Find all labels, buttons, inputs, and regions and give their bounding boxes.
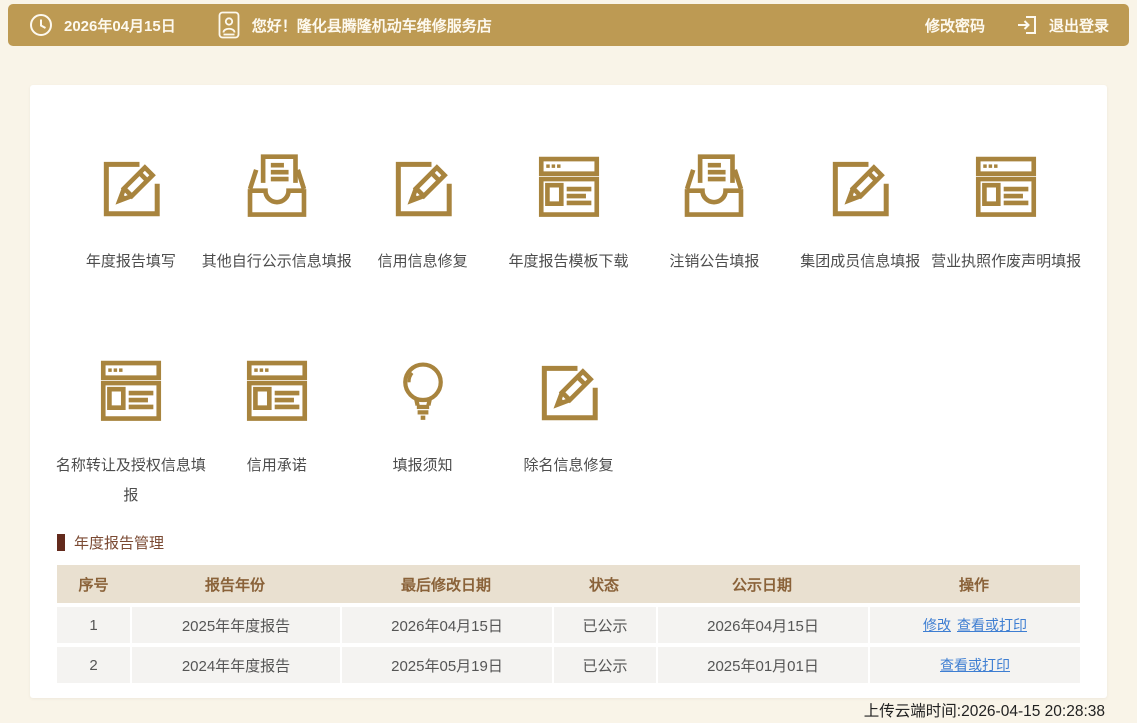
edit-icon [823,149,897,223]
inbox-icon [677,149,751,223]
section-title-bar [57,533,65,551]
module-label: 信用信息修复 [377,253,468,270]
cell-report-year: 2025年年度报告 [130,603,340,643]
module-filling-instructions[interactable]: 填报须知 [350,353,496,511]
section-title-text: 年度报告管理 [74,534,165,552]
table-header-row: 序号 报告年份 最后修改日期 状态 公示日期 操作 [57,565,1080,603]
col-header-actions: 操作 [868,565,1080,603]
browser-icon [532,149,606,223]
change-password-button[interactable]: 修改密码 [925,15,985,36]
current-date: 2026年04月15日 [64,17,176,35]
module-label: 营业执照作废声明填报 [931,253,1082,270]
cell-publish-date: 2026年04月15日 [656,603,868,643]
module-label: 注销公告填报 [669,253,760,270]
cell-last-modified: 2026年04月15日 [340,603,552,643]
module-grid-row-2: 名称转让及授权信息填报 信用承诺 填报须知 除名信息修复 [30,353,1107,511]
table-row: 2 2024年年度报告 2025年05月19日 已公示 2025年01月01日 … [57,643,1080,683]
module-label: 年度报告模板下载 [508,253,629,270]
main-card: 年度报告填写 其他自行公示信息填报 信用信息修复 年度报告模板下载 注销公告填报… [30,85,1107,698]
module-name-transfer-authorization-fill[interactable]: 名称转让及授权信息填报 [56,353,206,511]
module-grid-empty-cell [787,353,933,511]
module-credit-info-repair[interactable]: 信用信息修复 [350,149,496,277]
cell-no: 1 [57,603,130,643]
view-or-print-link[interactable]: 查看或打印 [957,617,1027,633]
module-other-self-disclosure-fill[interactable]: 其他自行公示信息填报 [202,149,352,277]
browser-icon [240,353,314,427]
module-label: 填报须知 [392,457,453,474]
module-license-invalidation-declare[interactable]: 营业执照作废声明填报 [931,149,1081,277]
annual-report-table: 序号 报告年份 最后修改日期 状态 公示日期 操作 1 2025年年度报告 20… [57,565,1080,683]
col-header-no: 序号 [57,565,130,603]
section-title: 年度报告管理 [57,532,1080,552]
module-label: 名称转让及授权信息填报 [55,457,206,504]
topbar-left: 2026年04月15日 您好！隆化县腾隆机动车维修服务店 [28,11,492,39]
module-label: 集团成员信息填报 [800,253,921,270]
module-grid-row-1: 年度报告填写 其他自行公示信息填报 信用信息修复 年度报告模板下载 注销公告填报… [30,149,1107,277]
module-label: 其他自行公示信息填报 [201,253,352,270]
cell-status: 已公示 [552,643,656,683]
logout-button[interactable]: 退出登录 [1049,15,1109,36]
cell-actions: 查看或打印 [868,643,1080,683]
module-label: 除名信息修复 [523,457,614,474]
module-removal-info-repair[interactable]: 除名信息修复 [496,353,642,511]
module-annual-report-template-download[interactable]: 年度报告模板下载 [496,149,642,277]
module-label: 信用承诺 [246,457,307,474]
col-header-report-year: 报告年份 [130,565,340,603]
table-row: 1 2025年年度报告 2026年04月15日 已公示 2026年04月15日 … [57,603,1080,643]
lightbulb-icon [386,353,460,427]
browser-icon [94,353,168,427]
annual-report-management-section: 年度报告管理 序号 报告年份 最后修改日期 状态 公示日期 操作 1 2025年… [57,532,1080,683]
topbar: 2026年04月15日 您好！隆化县腾隆机动车维修服务店 修改密码 退出登录 [8,4,1129,46]
browser-icon [969,149,1043,223]
module-group-member-info-fill[interactable]: 集团成员信息填报 [787,149,933,277]
cell-publish-date: 2025年01月01日 [656,643,868,683]
cell-last-modified: 2025年05月19日 [340,643,552,683]
cell-actions: 修改 查看或打印 [868,603,1080,643]
col-header-last-modified: 最后修改日期 [340,565,552,603]
id-badge-icon [218,11,240,39]
edit-icon [532,353,606,427]
cell-no: 2 [57,643,130,683]
edit-icon [386,149,460,223]
clock-icon [30,14,52,36]
col-header-publish-date: 公示日期 [656,565,868,603]
module-annual-report-fill[interactable]: 年度报告填写 [58,149,204,277]
logout-arrow-icon[interactable] [1015,13,1039,37]
view-or-print-link[interactable]: 查看或打印 [940,657,1010,673]
inbox-icon [240,149,314,223]
module-credit-commitment[interactable]: 信用承诺 [204,353,350,511]
edit-icon [94,149,168,223]
module-label: 年度报告填写 [85,253,176,270]
module-deregistration-notice-fill[interactable]: 注销公告填报 [641,149,787,277]
module-grid-empty-cell [641,353,787,511]
modify-link[interactable]: 修改 [923,617,951,633]
module-grid-empty-cell [933,353,1079,511]
upload-time-text: 上传云端时间:2026-04-15 20:28:38 [863,703,1105,720]
user-greeting: 您好！隆化县腾隆机动车维修服务店 [251,17,492,35]
cell-status: 已公示 [552,603,656,643]
cell-report-year: 2024年年度报告 [130,643,340,683]
col-header-status: 状态 [552,565,656,603]
topbar-right: 修改密码 退出登录 [925,13,1109,37]
